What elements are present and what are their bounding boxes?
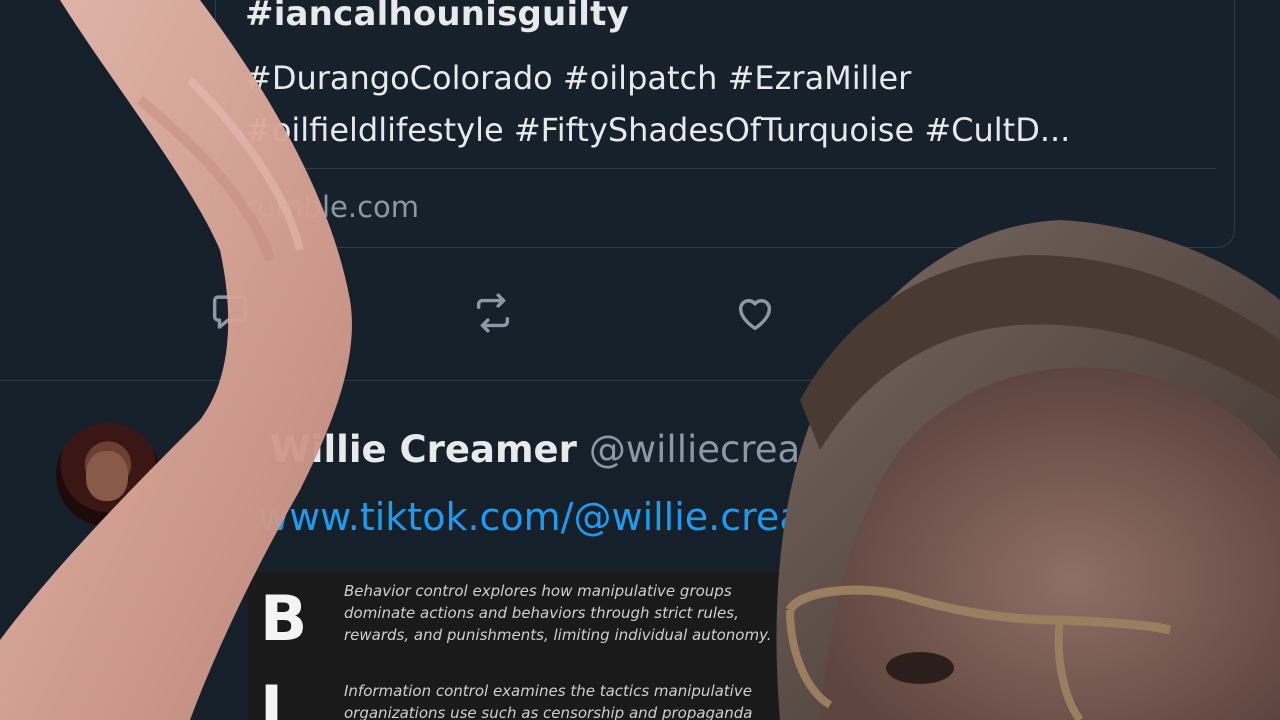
card-headline[interactable]: #iancalhounisguilty (245, 0, 629, 34)
card-divider (216, 168, 1216, 169)
avatar[interactable] (56, 423, 160, 527)
author-handle[interactable]: @williecreamer (589, 428, 874, 471)
reply-button[interactable] (205, 288, 255, 338)
tweet-divider (0, 380, 1280, 381)
embed-paragraph-1: Behavior control explores how manipulati… (344, 582, 772, 644)
card-description[interactable]: #DurangoColorado #oilpatch #EzraMiller #… (245, 52, 1205, 156)
avatar-face (86, 451, 128, 501)
embed-letter-b: B (260, 582, 308, 655)
timeline-feed: #iancalhounisguilty #DurangoColorado #oi… (0, 0, 1280, 720)
tweet-embedded-image[interactable]: B Behavior control explores how manipula… (248, 572, 808, 720)
like-button[interactable] (730, 288, 780, 338)
retweet-icon (476, 293, 510, 333)
tweet-actions (0, 280, 1280, 350)
tweet-link[interactable]: www.tiktok.com/@willie.creamer (258, 495, 879, 539)
embed-paragraph-2: Information control examines the tactics… (344, 682, 753, 720)
retweet-button[interactable] (468, 288, 518, 338)
embed-letter-i: I (260, 672, 284, 720)
reply-icon (212, 295, 248, 329)
heart-icon (738, 299, 772, 331)
card-description-line-1: #DurangoColorado #oilpatch #EzraMiller (245, 59, 912, 97)
card-domain: rumble.com (245, 190, 420, 224)
author-name[interactable]: Willie Creamer (270, 428, 577, 471)
tweet-author[interactable]: Willie Creamer @williecreamer (270, 428, 874, 471)
card-description-line-2: #oilfieldlifestyle #FiftyShadesOfTurquoi… (245, 111, 1071, 149)
